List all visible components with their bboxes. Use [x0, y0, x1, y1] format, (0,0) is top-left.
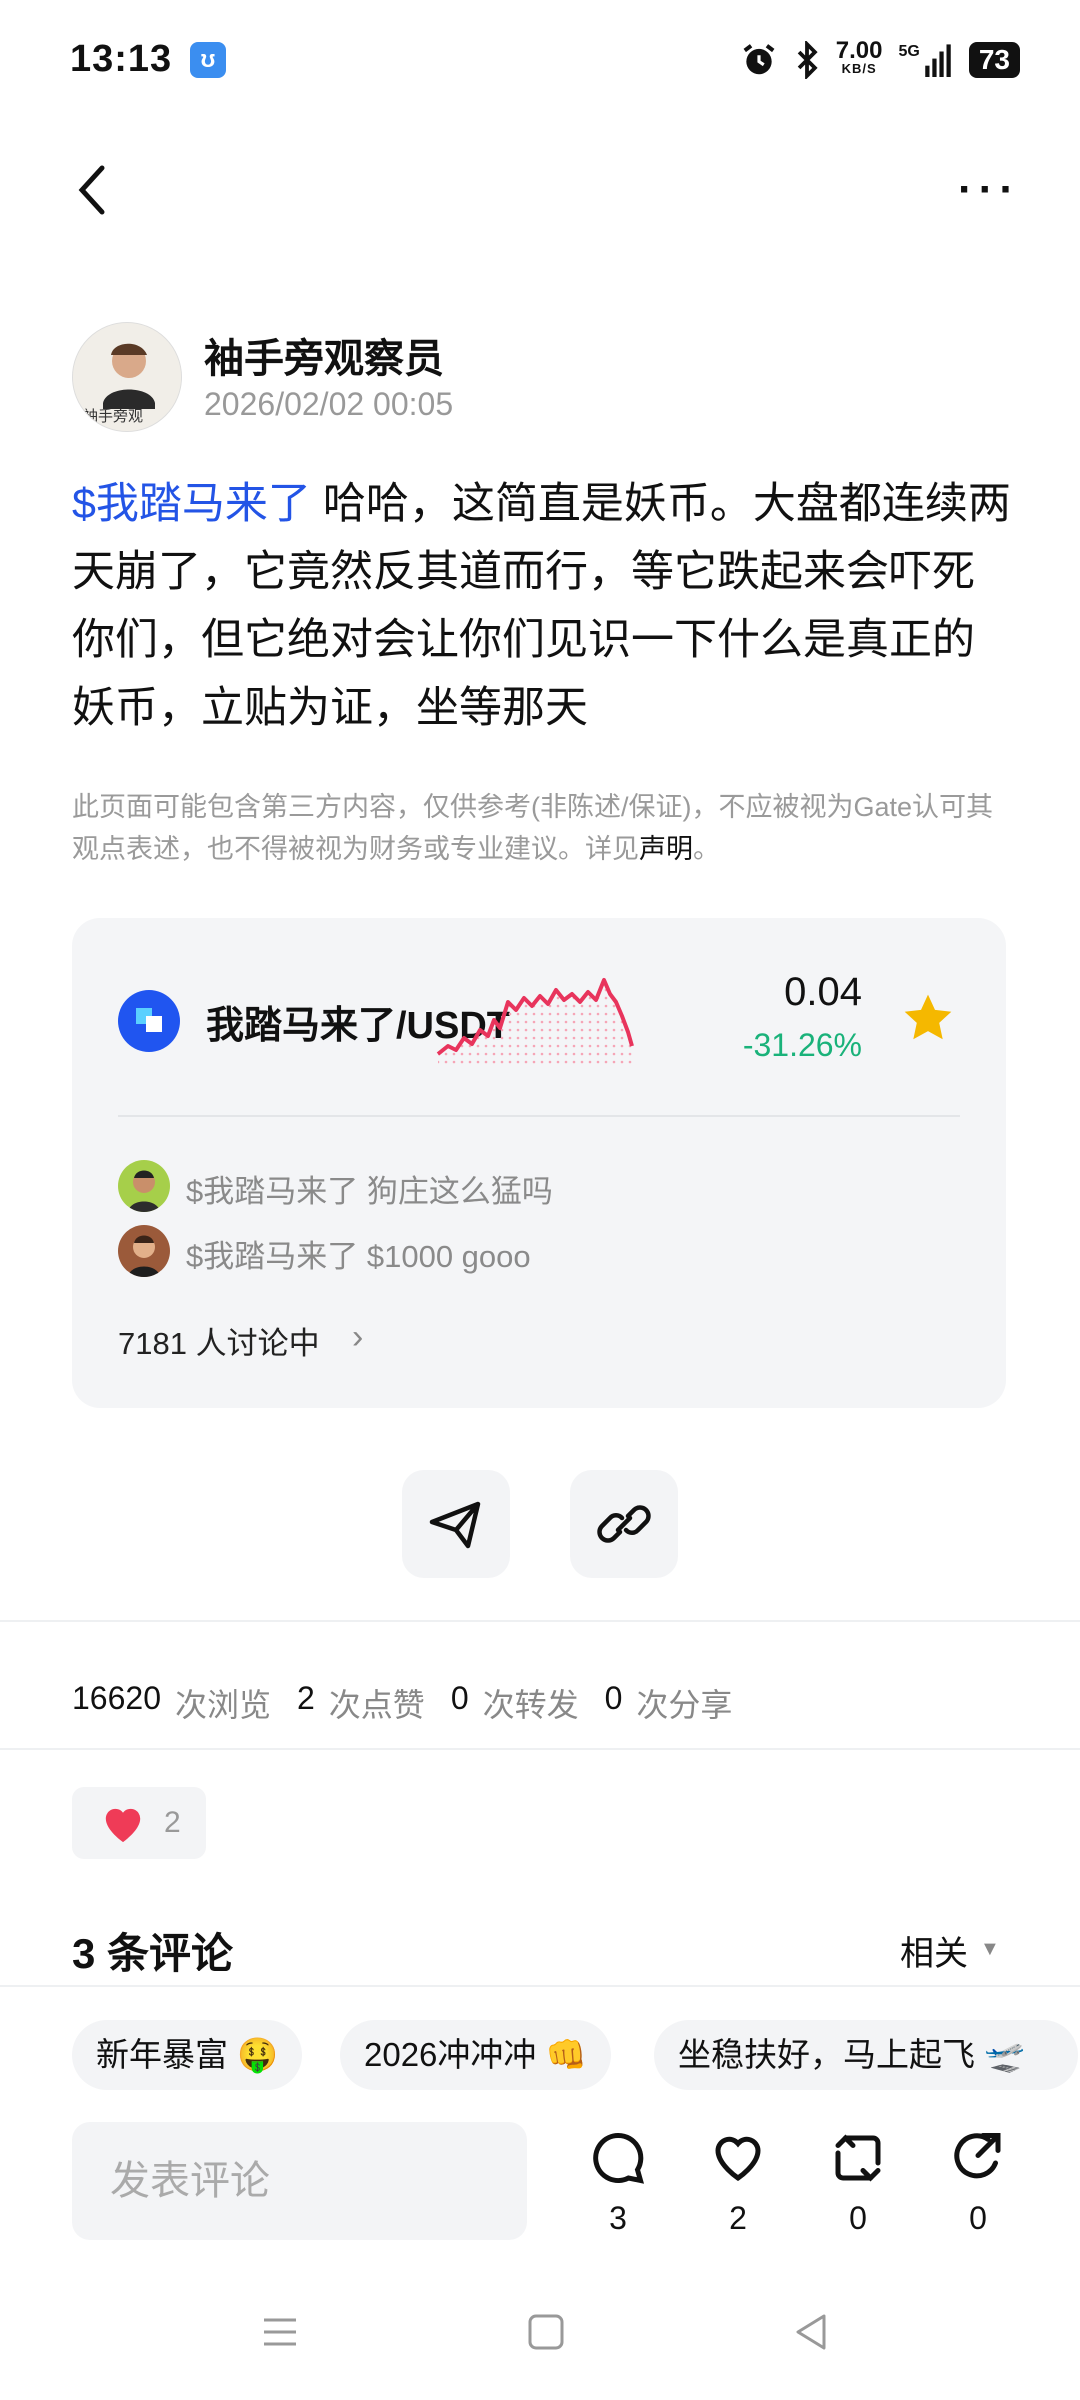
quick-reply-chip[interactable]: 2026冲冲冲 👊: [340, 2020, 611, 2090]
author-name[interactable]: 袖手旁观察员: [204, 326, 444, 384]
copy-link-button[interactable]: [570, 1470, 678, 1578]
quick-reply-chip[interactable]: 新年暴富 🤑: [72, 2020, 303, 2090]
repost-icon[interactable]: [828, 2128, 888, 2188]
views-label: 次浏览: [174, 1687, 271, 1723]
coin-logo-icon: [118, 990, 180, 1052]
chevron-right-icon[interactable]: ›: [352, 1318, 363, 1357]
section-divider: [0, 1748, 1080, 1750]
back-nav-icon[interactable]: [792, 2312, 832, 2352]
status-bar: 13:13 ʊ 7.00 KB/S 5G 73: [0, 0, 1080, 120]
card-comment[interactable]: $我踏马来了 $1000 gooo: [186, 1231, 531, 1276]
network-type: 5G: [898, 43, 920, 60]
link-icon: [597, 1505, 651, 1543]
shares-label: 次分享: [636, 1687, 733, 1723]
status-time: 13:13: [70, 38, 173, 80]
likes-count: 2: [297, 1680, 315, 1716]
comment-cashtag: $我踏马来了: [186, 1239, 359, 1274]
price-sparkline: [436, 978, 634, 1064]
signal-indicator: 5G: [899, 43, 953, 77]
status-icons: 7.00 KB/S 5G 73: [740, 38, 1020, 82]
comment-text: $1000 gooo: [358, 1239, 531, 1274]
avatar-image: 袖手旁观: [73, 323, 181, 431]
home-icon[interactable]: [526, 2312, 566, 2352]
author-avatar[interactable]: 袖手旁观: [72, 322, 182, 432]
share-icon[interactable]: [948, 2128, 1008, 2188]
heart-icon: [105, 1808, 141, 1843]
coin-price: 0.04: [784, 970, 862, 1014]
post-stats: 16620 次浏览 2 次点赞 0 次转发 0 次分享: [72, 1680, 732, 1726]
comment-icon[interactable]: [588, 2128, 648, 2188]
comment-cashtag: $我踏马来了: [186, 1174, 359, 1209]
reaction-count: 2: [164, 1806, 181, 1839]
disclaimer-link[interactable]: 声明: [639, 834, 693, 864]
disclaimer-end: 。: [693, 834, 720, 864]
cashtag-link[interactable]: $我踏马来了: [72, 480, 311, 528]
post-content: $我踏马来了 哈哈，这简直是妖币。大盘都连续两天崩了，它竟然反其道而行，等它跌起…: [72, 470, 1012, 742]
comment-count: 3: [609, 2200, 627, 2236]
more-options-icon[interactable]: ···: [958, 165, 1020, 215]
shares-count: 0: [604, 1680, 623, 1716]
views-count: 16620: [72, 1680, 161, 1716]
comments-title: 3 条评论: [72, 1930, 234, 1977]
sort-dropdown[interactable]: 相关: [900, 1926, 968, 1975]
discussion-count[interactable]: 7181 人讨论中: [118, 1318, 320, 1363]
reposts-label: 次转发: [482, 1687, 579, 1723]
post-timestamp: 2026/02/02 00:05: [204, 386, 454, 422]
repost-count: 0: [849, 2200, 867, 2236]
avatar-caption: 袖手旁观: [83, 407, 143, 425]
forward-button[interactable]: [402, 1470, 510, 1578]
menu-icon[interactable]: [260, 2312, 300, 2352]
comment-text: 狗庄这么猛吗: [358, 1174, 553, 1209]
likes-label: 次点赞: [328, 1687, 425, 1723]
alarm-icon: [743, 44, 775, 75]
speed-unit: KB/S: [841, 61, 877, 76]
back-arrow-icon[interactable]: [68, 160, 118, 220]
signal-icon: [925, 44, 951, 77]
quick-reply-chip[interactable]: 坐稳扶好，马上起飞 🛫: [654, 2020, 1078, 2090]
battery-indicator: 73: [968, 42, 1020, 78]
disclaimer: 此页面可能包含第三方内容，仅供参考(非陈述/保证)，不应被视为Gate认可其观点…: [72, 786, 1012, 870]
section-divider: [0, 1620, 1080, 1622]
shield-app-icon: ʊ: [190, 42, 226, 78]
reposts-count: 0: [450, 1680, 469, 1716]
coin-change: -31.26%: [742, 1027, 862, 1063]
disclaimer-text: 此页面可能包含第三方内容，仅供参考(非陈述/保证)，不应被视为Gate认可其观点…: [72, 792, 994, 864]
send-icon: [429, 1501, 481, 1549]
card-comment[interactable]: $我踏马来了 狗庄这么猛吗: [186, 1166, 553, 1211]
comment-input[interactable]: 发表评论: [72, 2122, 527, 2240]
like-count: 2: [729, 2200, 747, 2236]
bluetooth-icon: [797, 41, 818, 79]
star-icon[interactable]: [900, 990, 956, 1046]
caret-down-icon[interactable]: ▼: [980, 1938, 1000, 1961]
share-count: 0: [969, 2200, 987, 2236]
commenter-avatar[interactable]: [118, 1160, 170, 1212]
commenter-avatar[interactable]: [118, 1225, 170, 1277]
card-divider: [118, 1115, 960, 1117]
like-icon[interactable]: [708, 2128, 768, 2188]
network-speed: 7.00 KB/S: [836, 39, 883, 78]
section-divider: [0, 1985, 1080, 1987]
